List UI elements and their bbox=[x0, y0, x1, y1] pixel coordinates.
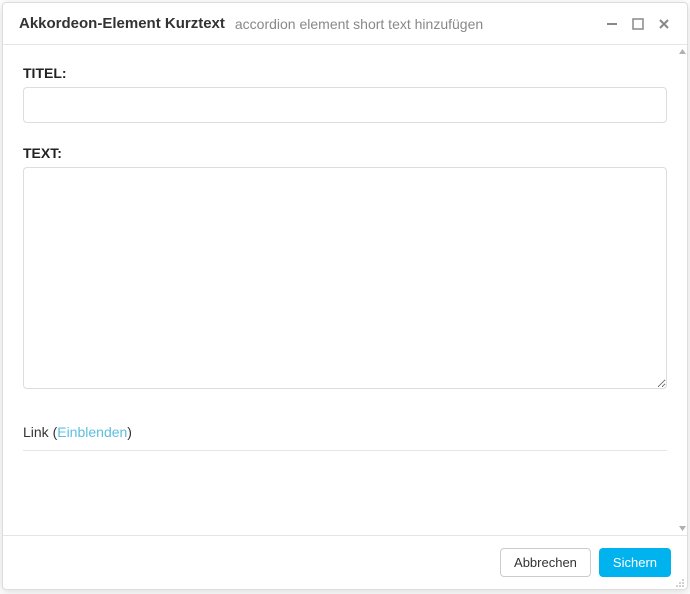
save-button[interactable]: Sichern bbox=[599, 548, 671, 577]
text-label: TEXT: bbox=[23, 145, 667, 161]
link-section: Link (Einblenden) bbox=[23, 424, 667, 451]
title-label: TITEL: bbox=[23, 65, 667, 81]
scroll-up-icon[interactable] bbox=[678, 47, 687, 56]
dialog-header: Akkordeon-Element Kurztext accordion ele… bbox=[3, 3, 687, 45]
dialog-subtitle: accordion element short text hinzufügen bbox=[235, 16, 595, 32]
scroll-down-icon[interactable] bbox=[678, 524, 687, 533]
text-textarea[interactable] bbox=[23, 167, 667, 389]
dialog-window: Akkordeon-Element Kurztext accordion ele… bbox=[2, 2, 688, 590]
dialog-footer: Abbrechen Sichern bbox=[3, 535, 687, 589]
dialog-body: TITEL: TEXT: Link (Einblenden) bbox=[3, 45, 687, 535]
close-icon[interactable] bbox=[657, 17, 671, 31]
scrollbar-track[interactable] bbox=[678, 45, 687, 535]
link-prefix: Link ( bbox=[23, 424, 57, 440]
title-input[interactable] bbox=[23, 87, 667, 123]
dialog-title: Akkordeon-Element Kurztext bbox=[19, 15, 225, 32]
link-suffix: ) bbox=[127, 424, 132, 440]
maximize-icon[interactable] bbox=[631, 17, 645, 31]
cancel-button[interactable]: Abbrechen bbox=[500, 548, 591, 577]
resize-handle-icon[interactable] bbox=[673, 575, 685, 587]
link-toggle[interactable]: Einblenden bbox=[57, 424, 127, 440]
minimize-icon[interactable] bbox=[605, 17, 619, 31]
header-controls bbox=[605, 17, 671, 31]
